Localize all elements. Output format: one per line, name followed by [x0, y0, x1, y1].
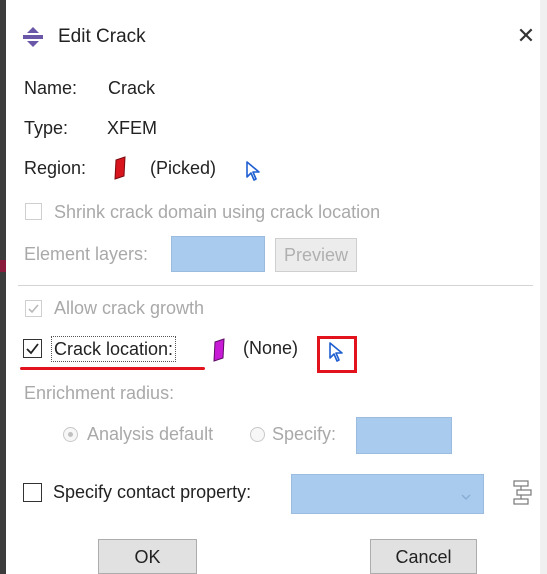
edit-crack-dialog: Edit Crack ✕ Name: Crack Type: XFEM Regi…	[0, 0, 547, 574]
chevron-down-icon	[460, 489, 472, 501]
contact-property-checkbox[interactable]	[23, 483, 42, 502]
region-value: (Picked)	[150, 158, 217, 178]
shrink-domain-checkbox[interactable]	[25, 203, 42, 220]
enrichment-radius-input[interactable]	[356, 417, 452, 454]
enrichment-radius-label: Enrichment radius:	[24, 383, 175, 403]
close-button[interactable]: ✕	[514, 22, 538, 50]
allow-crack-growth-label: Allow crack growth	[54, 298, 205, 318]
element-layers-input[interactable]	[171, 236, 265, 272]
crack-icon	[22, 26, 44, 48]
window-edge-mark	[0, 260, 6, 272]
window-left-edge	[0, 0, 6, 574]
region-label: Region:	[24, 158, 87, 178]
allow-crack-growth-checkbox[interactable]	[25, 300, 42, 317]
crack-location-checkbox[interactable]	[23, 339, 42, 358]
crack-location-underline	[20, 367, 205, 370]
type-value: XFEM	[107, 118, 158, 138]
analysis-default-radio[interactable]	[63, 427, 78, 442]
specify-radius-label: Specify:	[272, 424, 337, 444]
name-label: Name:	[24, 78, 78, 98]
dialog-title: Edit Crack	[58, 26, 146, 47]
contact-property-select[interactable]	[291, 474, 484, 514]
type-label: Type:	[24, 118, 69, 138]
purple-region-icon	[212, 338, 226, 362]
region-select-arrow-icon[interactable]	[244, 160, 262, 182]
specify-radius-radio[interactable]	[250, 427, 265, 442]
crack-location-value: (None)	[243, 338, 299, 358]
preview-button[interactable]: Preview	[275, 238, 357, 272]
analysis-default-label: Analysis default	[87, 424, 214, 444]
ok-button[interactable]: OK	[98, 539, 197, 574]
element-layers-label: Element layers:	[24, 244, 149, 264]
contact-property-label: Specify contact property:	[53, 482, 252, 502]
create-property-icon[interactable]	[511, 478, 533, 506]
name-value: Crack	[108, 78, 156, 98]
window-right-edge	[540, 0, 547, 574]
cancel-button[interactable]: Cancel	[370, 539, 477, 574]
crack-location-label: Crack location:	[51, 336, 177, 362]
section-divider	[18, 285, 533, 286]
red-region-icon	[113, 156, 127, 180]
crack-location-select-arrow-icon[interactable]	[327, 341, 345, 363]
shrink-domain-label: Shrink crack domain using crack location	[54, 202, 381, 222]
